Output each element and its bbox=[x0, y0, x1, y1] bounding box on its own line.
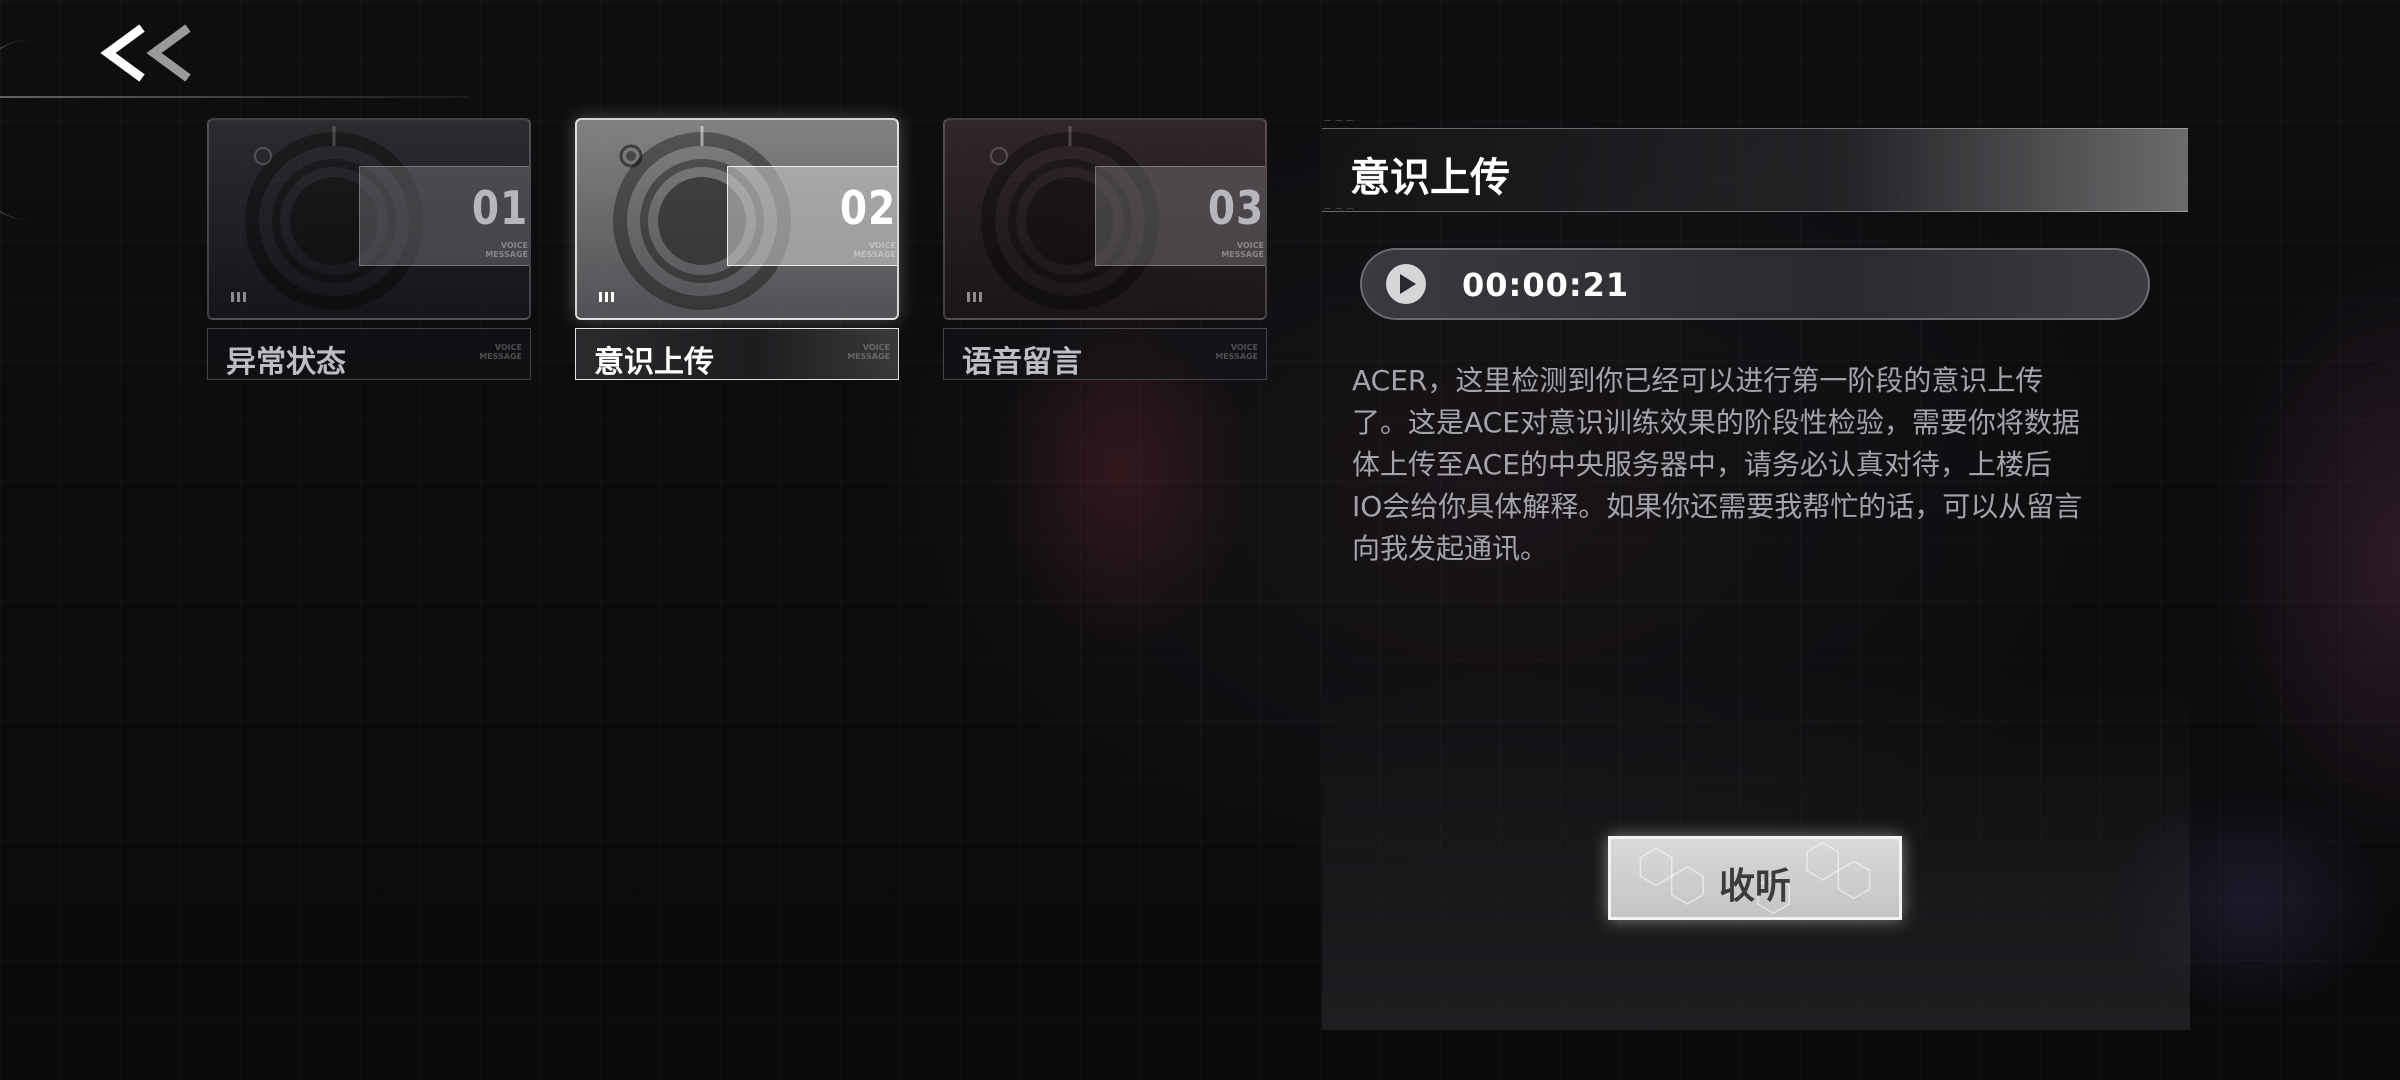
message-card-2[interactable]: 02 VOICE MESSAGE 意识上传 VOICE MESSAGE bbox=[575, 118, 899, 380]
play-icon bbox=[1400, 274, 1416, 294]
message-line: 了。这是ACE对意识训练效果的阶段性检验，需要你将数据 bbox=[1352, 406, 2080, 439]
card-number: 03 bbox=[1207, 181, 1264, 235]
screen: 01 VOICE MESSAGE 异常状态 VOICE MESSAGE 02 V… bbox=[0, 0, 2400, 1080]
card-number-plate: 02 VOICE MESSAGE bbox=[727, 166, 897, 266]
title-tick-bottom: — — — bbox=[1324, 204, 1355, 212]
card-number: 01 bbox=[471, 181, 528, 235]
card-label-caption: VOICE MESSAGE bbox=[847, 343, 890, 361]
message-line: IO会给你具体解释。如果你还需要我帮忙的话，可以从留言 bbox=[1352, 490, 2083, 523]
card-number-plate: 03 VOICE MESSAGE bbox=[1095, 166, 1265, 266]
listen-button[interactable]: 收听 bbox=[1608, 836, 1902, 920]
listen-label: 收听 bbox=[1718, 866, 1791, 907]
top-divider bbox=[0, 96, 470, 98]
play-button[interactable] bbox=[1386, 264, 1426, 304]
signal-bars-icon bbox=[599, 287, 617, 306]
audio-duration: 00:00:21 bbox=[1462, 266, 1630, 304]
signal-bars-icon bbox=[231, 287, 249, 306]
card-thumbnail: 02 VOICE MESSAGE bbox=[575, 118, 899, 320]
signal-bars-icon bbox=[967, 287, 985, 306]
card-number-plate: 01 VOICE MESSAGE bbox=[359, 166, 529, 266]
card-label-bar: 语音留言 VOICE MESSAGE bbox=[943, 328, 1267, 380]
message-line: ACER，这里检测到你已经可以进行第一阶段的意识上传 bbox=[1352, 364, 2044, 397]
card-label-bar: 异常状态 VOICE MESSAGE bbox=[207, 328, 531, 380]
card-caption: VOICE MESSAGE bbox=[1221, 241, 1264, 259]
card-label: 异常状态 bbox=[226, 345, 346, 380]
edge-decoration bbox=[0, 40, 33, 220]
back-button[interactable] bbox=[100, 18, 196, 88]
message-line: 向我发起通讯。 bbox=[1352, 532, 1549, 565]
detail-title-bar: 意识上传 bbox=[1322, 128, 2188, 212]
card-thumbnail: 03 VOICE MESSAGE bbox=[943, 118, 1267, 320]
message-text: ACER，这里检测到你已经可以进行第一阶段的意识上传 了。这是ACE对意识训练效… bbox=[1352, 360, 2162, 570]
message-card-1[interactable]: 01 VOICE MESSAGE 异常状态 VOICE MESSAGE bbox=[207, 118, 531, 380]
message-line: 体上传至ACE的中央服务器中，请务必认真对待，上楼后 bbox=[1352, 448, 2052, 481]
double-chevron-left-icon bbox=[100, 24, 191, 82]
card-label-caption: VOICE MESSAGE bbox=[479, 343, 522, 361]
audio-player[interactable]: 00:00:21 bbox=[1360, 248, 2150, 320]
card-thumbnail: 01 VOICE MESSAGE bbox=[207, 118, 531, 320]
card-label: 意识上传 bbox=[594, 345, 714, 380]
card-number: 02 bbox=[839, 181, 896, 235]
card-caption: VOICE MESSAGE bbox=[485, 241, 528, 259]
title-tick-top: — — — bbox=[1324, 116, 1355, 124]
card-caption: VOICE MESSAGE bbox=[853, 241, 896, 259]
message-card-3[interactable]: 03 VOICE MESSAGE 语音留言 VOICE MESSAGE bbox=[943, 118, 1267, 380]
card-label-bar: 意识上传 VOICE MESSAGE bbox=[575, 328, 899, 380]
detail-title: 意识上传 bbox=[1350, 155, 1510, 201]
card-label-caption: VOICE MESSAGE bbox=[1215, 343, 1258, 361]
card-label: 语音留言 bbox=[962, 345, 1082, 380]
